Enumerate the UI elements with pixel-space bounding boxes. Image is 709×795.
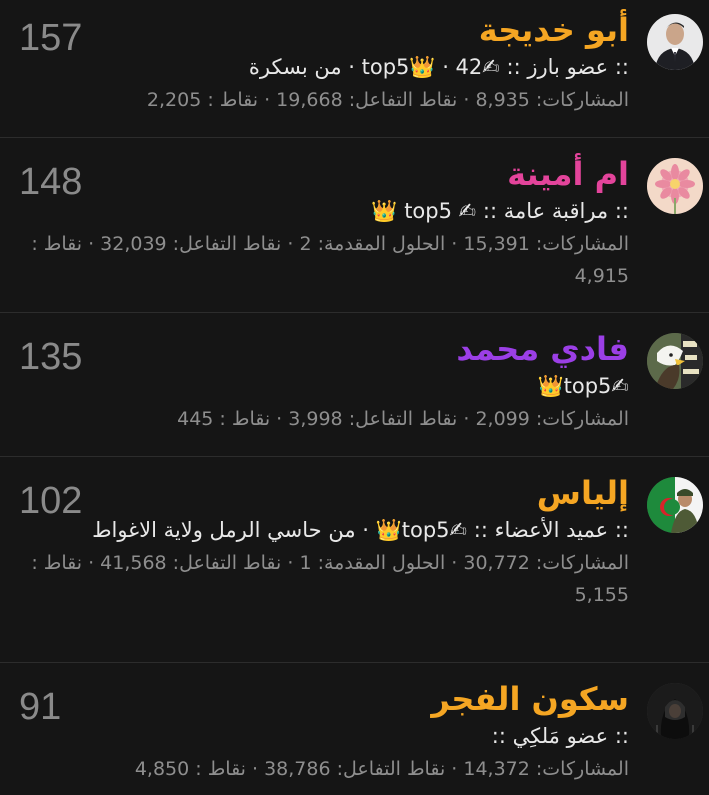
- man-in-suit-avatar[interactable]: [647, 14, 703, 70]
- member-stats: المشاركات: 30,772 · الحلول المقدمة: 1 · …: [31, 552, 629, 606]
- member-title: :: عميد الأعضاء :: ✍top5👑 · من حاسي الرم…: [92, 518, 629, 542]
- member-row[interactable]: أبو خديجة :: عضو بارز :: ✍top5👑 · 42 · م…: [0, 0, 709, 138]
- member-title: ✍top5👑: [537, 374, 629, 398]
- member-row[interactable]: ام أمينة :: مراقبة عامة :: ✍ top5 👑 المش…: [0, 138, 709, 313]
- reaction-count: 148: [19, 161, 83, 203]
- member-stats: المشاركات: 15,391 · الحلول المقدمة: 2 · …: [31, 233, 629, 287]
- member-stats: المشاركات: 8,935 · نقاط التفاعل: 19,668 …: [146, 89, 629, 111]
- username[interactable]: فادي محمد: [9, 329, 629, 369]
- reaction-count: 157: [19, 17, 83, 59]
- members-leaderboard-list: أبو خديجة :: عضو بارز :: ✍top5👑 · 42 · م…: [0, 0, 709, 795]
- username[interactable]: سكون الفجر: [9, 679, 629, 719]
- member-title: :: عضو مَلكِي ::: [491, 724, 629, 748]
- member-title: :: عضو بارز :: ✍top5👑 · 42 · من بسكرة: [248, 55, 629, 79]
- reaction-count: 91: [19, 686, 62, 728]
- username[interactable]: أبو خديجة: [9, 10, 629, 50]
- member-row[interactable]: إلياس :: عميد الأعضاء :: ✍top5👑 · من حاس…: [0, 457, 709, 663]
- pink-flower-avatar[interactable]: [647, 158, 703, 214]
- eagle-avatar[interactable]: [647, 333, 703, 389]
- reaction-count: 102: [19, 480, 83, 522]
- reaction-count: 135: [19, 336, 83, 378]
- member-title: :: مراقبة عامة :: ✍ top5 👑: [371, 199, 629, 223]
- member-stats: المشاركات: 2,099 · نقاط التفاعل: 3,998 ·…: [177, 408, 629, 430]
- member-row[interactable]: فادي محمد ✍top5👑 المشاركات: 2,099 · نقاط…: [0, 313, 709, 457]
- member-stats: المشاركات: 14,372 · نقاط التفاعل: 38,786…: [134, 758, 629, 780]
- username[interactable]: ام أمينة: [9, 154, 629, 194]
- member-row[interactable]: سكون الفجر :: عضو مَلكِي :: المشاركات: 1…: [0, 663, 709, 795]
- username[interactable]: إلياس: [9, 473, 629, 513]
- algeria-flag-soldier-avatar[interactable]: [647, 477, 703, 533]
- hooded-figure-avatar[interactable]: [647, 683, 703, 739]
